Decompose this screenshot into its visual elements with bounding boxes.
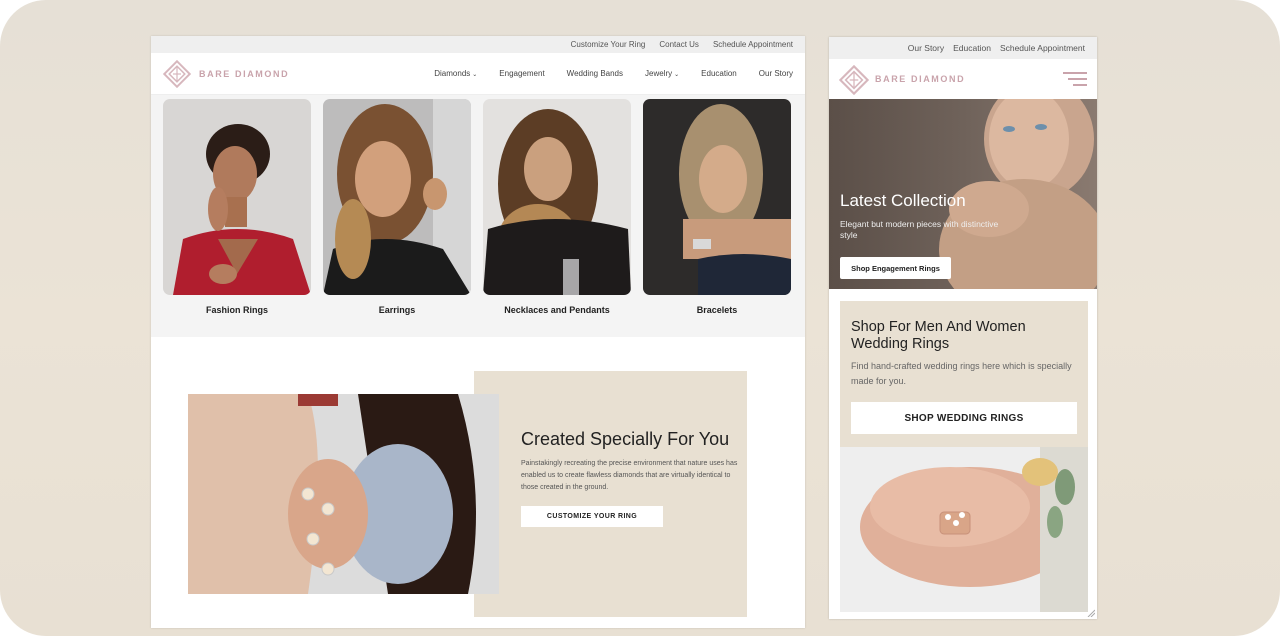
feature-text-block: Created Specially For You Painstakingly … <box>521 429 741 527</box>
mobile-link-education[interactable]: Education <box>953 43 991 53</box>
mobile-link-schedule-appointment[interactable]: Schedule Appointment <box>1000 43 1085 53</box>
hero-title: Latest Collection <box>840 191 966 210</box>
chevron-down-icon: ⌄ <box>472 72 478 78</box>
necklaces-photo <box>483 99 631 295</box>
utility-link-contact-us[interactable]: Contact Us <box>659 40 699 49</box>
latest-collection-hero: Latest Collection Elegant but modern pie… <box>829 99 1097 289</box>
hero-subtitle: Elegant but modern pieces with distincti… <box>840 219 999 240</box>
nav-item-our-story[interactable]: Our Story <box>759 69 793 78</box>
nav-item-diamonds[interactable]: Diamonds ⌄ <box>434 69 477 78</box>
category-card-bracelets[interactable]: Bracelets <box>643 99 791 337</box>
desktop-main-nav: BARE DIAMOND Diamonds ⌄ Engagement Weddin… <box>151 53 805 95</box>
fashion-rings-photo <box>163 99 311 295</box>
category-card-earrings[interactable]: Earrings <box>323 99 471 337</box>
nav-item-engagement[interactable]: Engagement <box>499 69 544 78</box>
mobile-link-our-story[interactable]: Our Story <box>908 43 944 53</box>
shop-engagement-rings-button[interactable]: Shop Engagement Rings <box>840 257 951 279</box>
wedding-rings-promo: Shop For Men And Women Wedding Rings Fin… <box>840 301 1088 447</box>
category-label: Necklaces and Pendants <box>504 305 610 315</box>
brand-name: BARE DIAMOND <box>199 68 290 79</box>
category-card-fashion-rings[interactable]: Fashion Rings <box>163 99 311 337</box>
customize-your-ring-button[interactable]: CUSTOMIZE YOUR RING <box>521 506 663 527</box>
nav-label: Diamonds <box>434 69 471 78</box>
feature-section: Created Specially For You Painstakingly … <box>151 337 805 627</box>
utility-link-schedule-appointment[interactable]: Schedule Appointment <box>713 40 793 49</box>
mobile-header: BARE DIAMOND <box>829 59 1097 99</box>
promo-title: Shop For Men And Women Wedding Rings <box>851 319 1026 352</box>
rings-on-hand-photo <box>188 394 499 594</box>
desktop-site-preview: Customize Your Ring Contact Us Schedule … <box>151 36 805 628</box>
shop-wedding-rings-button[interactable]: SHOP WEDDING RINGS <box>851 402 1077 434</box>
mobile-site-preview: Our Story Education Schedule Appointment… <box>829 37 1097 619</box>
mobile-brand-logo[interactable]: BARE DIAMOND <box>839 65 966 95</box>
feature-description: Painstakingly recreating the precise env… <box>521 460 738 491</box>
nav-item-education[interactable]: Education <box>701 69 737 78</box>
hamburger-icon[interactable] <box>1063 72 1087 86</box>
chevron-down-icon: ⌄ <box>674 72 680 78</box>
feature-title: Created Specially For You <box>521 429 730 449</box>
mobile-brand-name: BARE DIAMOND <box>875 74 966 84</box>
diamond-logo-icon <box>839 65 869 95</box>
category-grid: Fashion Rings Earrings Necklaces and Pen… <box>151 95 805 337</box>
mobile-utility-bar: Our Story Education Schedule Appointment <box>829 37 1097 59</box>
desktop-menu: Diamonds ⌄ Engagement Wedding Bands Jewel… <box>434 69 793 78</box>
category-label: Bracelets <box>696 305 738 315</box>
presentation-background: Customize Your Ring Contact Us Schedule … <box>0 0 1280 636</box>
resize-handle-icon[interactable] <box>1087 609 1095 617</box>
bracelets-photo <box>643 99 791 295</box>
nav-label: Jewelry <box>645 69 673 78</box>
brand-logo[interactable]: BARE DIAMOND <box>163 59 290 88</box>
nav-item-jewelry[interactable]: Jewelry ⌄ <box>645 69 679 78</box>
desktop-utility-bar: Customize Your Ring Contact Us Schedule … <box>151 36 805 53</box>
earrings-photo <box>323 99 471 295</box>
category-label: Fashion Rings <box>205 305 268 315</box>
category-label: Earrings <box>378 305 416 315</box>
nav-item-wedding-bands[interactable]: Wedding Bands <box>567 69 623 78</box>
stacked-rings-photo <box>840 447 1088 612</box>
diamond-logo-icon <box>163 59 191 88</box>
category-card-necklaces-pendants[interactable]: Necklaces and Pendants <box>483 99 631 337</box>
promo-description: Find hand-crafted wedding rings here whi… <box>851 361 1072 386</box>
utility-link-customize-your-ring[interactable]: Customize Your Ring <box>571 40 646 49</box>
